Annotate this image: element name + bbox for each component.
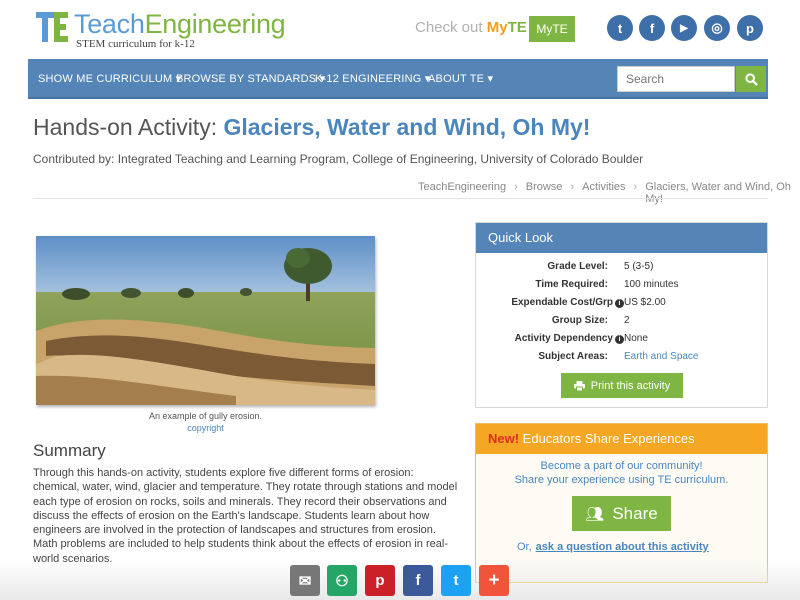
search-input[interactable] bbox=[617, 66, 735, 92]
subject-area-link[interactable]: Earth and Space bbox=[624, 351, 699, 362]
facebook-share-icon[interactable]: f bbox=[403, 565, 433, 596]
youtube-icon[interactable]: ▶ bbox=[671, 15, 697, 41]
share-line-1: Become a part of our community! bbox=[540, 460, 703, 472]
breadcrumb-activities[interactable]: Activities bbox=[582, 181, 625, 205]
instagram-icon[interactable]: ◎ bbox=[704, 15, 730, 41]
quick-look-panel: Quick Look Grade Level: 5 (3-5) Time Requ… bbox=[475, 222, 768, 408]
gully-erosion-photo bbox=[36, 236, 375, 405]
share-line-2: Share your experience using TE curriculu… bbox=[514, 474, 729, 486]
print-activity-button[interactable]: Print this activity bbox=[561, 373, 683, 398]
contributed-by: Contributed by: Integrated Teaching and … bbox=[33, 152, 644, 166]
quick-look-row: Group Size: 2 bbox=[551, 315, 630, 326]
myte-promo: Check out MyTE bbox=[415, 19, 527, 36]
educators-share-panel: New! Educators Share Experiences Become … bbox=[475, 423, 768, 583]
info-icon[interactable]: i bbox=[615, 299, 624, 308]
twitter-icon[interactable]: t bbox=[607, 15, 633, 41]
nav-about-te[interactable]: ABOUT TE ▾ bbox=[428, 72, 493, 85]
google-classroom-icon[interactable]: ⚇ bbox=[327, 565, 357, 596]
breadcrumb-browse[interactable]: Browse bbox=[526, 181, 563, 205]
share-button[interactable]: 👥︎ Share bbox=[572, 496, 671, 531]
ask-question-link[interactable]: ask a question about this activity bbox=[536, 541, 709, 553]
facebook-icon[interactable]: f bbox=[639, 15, 665, 41]
brand-tagline: STEM curriculum for k-12 bbox=[76, 38, 195, 50]
users-icon: 👥︎ bbox=[585, 505, 605, 523]
pinterest-share-icon[interactable]: p bbox=[365, 565, 395, 596]
myte-button[interactable]: MyTE bbox=[529, 16, 575, 42]
nav-browse-by-standards[interactable]: BROWSE BY STANDARDS ▾ bbox=[176, 72, 325, 85]
brand-name: TeachEngineering bbox=[74, 9, 286, 39]
info-icon[interactable]: i bbox=[615, 335, 624, 344]
bottom-share-bar bbox=[0, 560, 800, 600]
more-share-icon[interactable]: + bbox=[479, 565, 509, 596]
summary-heading: Summary bbox=[33, 441, 106, 460]
breadcrumb-current: Glaciers, Water and Wind, Oh My! bbox=[645, 181, 791, 205]
te-logo-icon bbox=[36, 10, 70, 44]
quick-look-row: Subject Areas: Earth and Space bbox=[538, 351, 699, 362]
quick-look-row: Activity Dependency i None bbox=[514, 333, 648, 344]
copyright-link[interactable]: copyright bbox=[36, 423, 375, 433]
share-heading: New! Educators Share Experiences bbox=[476, 424, 767, 454]
search-button[interactable] bbox=[736, 66, 766, 92]
search-icon bbox=[744, 72, 758, 86]
image-caption: An example of gully erosion. bbox=[148, 411, 263, 421]
printer-icon bbox=[573, 380, 585, 391]
page-title: Hands-on Activity: Glaciers, Water and W… bbox=[33, 114, 591, 140]
quick-look-row: Expendable Cost/Grp i US $2.00 bbox=[511, 297, 666, 308]
ask-question-line: Or, ask a question about this activity bbox=[517, 541, 709, 553]
quick-look-row: Grade Level: 5 (3-5) bbox=[547, 261, 654, 272]
twitter-share-icon[interactable]: t bbox=[441, 565, 471, 596]
pinterest-icon[interactable]: p bbox=[737, 15, 763, 41]
activity-dependency-label: Activity Dependency i bbox=[515, 333, 624, 344]
summary-text: Through this hands-on activity, students… bbox=[33, 467, 458, 565]
main-nav: SHOW ME CURRICULUM ▾ BROWSE BY STANDARDS… bbox=[28, 59, 768, 99]
nav-show-me-curriculum[interactable]: SHOW ME CURRICULUM ▾ bbox=[38, 72, 181, 85]
divider bbox=[33, 198, 768, 199]
expendable-cost-label: Expendable Cost/Grp i bbox=[511, 297, 624, 308]
site-header: TeachEngineering STEM curriculum for k-1… bbox=[0, 0, 800, 58]
breadcrumb: TeachEngineering › Browse › Activities › Gl… bbox=[418, 181, 800, 205]
quick-look-row: Time Required: 100 minutes bbox=[535, 279, 679, 290]
email-icon[interactable]: ✉ bbox=[290, 565, 320, 596]
quick-look-heading: Quick Look bbox=[476, 223, 767, 253]
nav-k12-engineering[interactable]: K-12 ENGINEERING ▾ bbox=[315, 72, 431, 85]
teachengineering-logo[interactable]: TeachEngineering STEM curriculum for k-1… bbox=[36, 9, 286, 50]
breadcrumb-teachengineering[interactable]: TeachEngineering bbox=[418, 181, 506, 205]
